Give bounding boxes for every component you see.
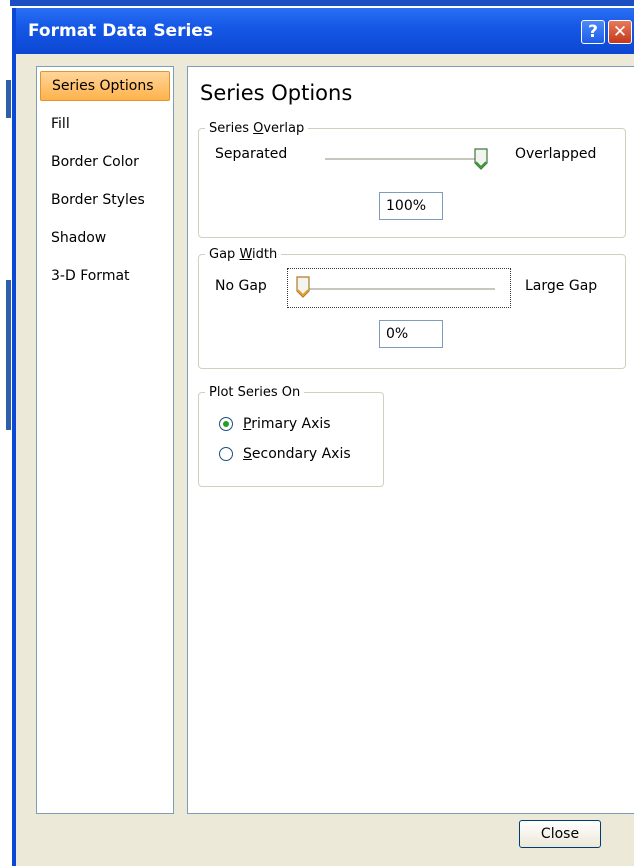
gap-width-value-input[interactable]: 0% [379,320,443,348]
gap-width-track[interactable] [303,288,495,291]
gap-width-legend: Gap Width [209,247,278,262]
secondary-axis-option[interactable]: Secondary Axis [219,444,351,464]
large-gap-label: Large Gap [525,278,598,294]
nav-item-fill[interactable]: Fill [37,105,173,143]
title-close-button[interactable]: ✕ [608,20,632,44]
plot-series-on-legend: Plot Series On [209,385,301,400]
options-panel: Series Options Series Overlap Separated … [187,66,634,814]
nav-item-shadow[interactable]: Shadow [37,219,173,257]
overlapped-label: Overlapped [515,146,597,162]
series-overlap-group: Series Overlap Separated Overlapped 100% [198,121,626,238]
background-window-strip [0,0,634,6]
title-bar[interactable]: Format Data Series ? ✕ [16,8,634,54]
dialog-title: Format Data Series [28,21,213,41]
help-icon: ? [588,22,598,42]
nav-item-border-color[interactable]: Border Color [37,143,173,181]
primary-axis-option[interactable]: Primary Axis [219,414,331,434]
format-data-series-dialog: Format Data Series ? ✕ Series Options Fi… [12,8,634,866]
separated-label: Separated [215,146,288,162]
category-list: Series Options Fill Border Color Border … [36,66,174,814]
nav-item-border-styles[interactable]: Border Styles [37,181,173,219]
nav-item-series-options[interactable]: Series Options [40,71,170,101]
close-icon: ✕ [612,22,628,42]
primary-axis-label: Primary Axis [243,416,331,432]
secondary-axis-radio[interactable] [219,447,233,461]
plot-series-on-group: Plot Series On Primary Axis Secondary Ax… [198,385,384,487]
no-gap-label: No Gap [215,278,267,294]
gap-width-group: Gap Width No Gap Large Gap 0% [198,247,626,369]
nav-item-3d-format[interactable]: 3-D Format [37,257,173,295]
background-fragment [6,280,11,430]
gap-width-slider-thumb[interactable] [296,276,310,298]
series-overlap-track[interactable] [325,158,481,161]
background-fragment [6,80,11,118]
secondary-axis-label: Secondary Axis [243,446,351,462]
primary-axis-radio[interactable] [219,417,233,431]
series-overlap-slider-thumb[interactable] [474,148,488,170]
help-button[interactable]: ? [581,20,605,44]
close-button[interactable]: Close [519,820,601,848]
background-area [0,0,10,862]
series-overlap-value-input[interactable]: 100% [379,192,443,220]
panel-title: Series Options [200,81,353,105]
series-overlap-legend: Series Overlap [209,121,305,136]
